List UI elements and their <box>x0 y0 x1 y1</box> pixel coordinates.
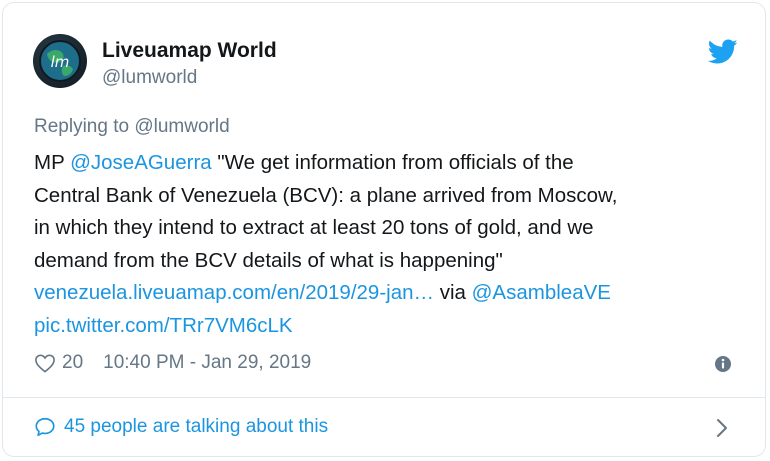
tweet-line-2: Central Bank of Venezuela (BCV): a plane… <box>34 183 618 207</box>
tweet-line-1-rest: "We get information from officials of th… <box>211 151 574 174</box>
tweet-line-1: MP @JoseAGuerra "We get information from… <box>34 147 744 180</box>
divider <box>3 397 765 398</box>
info-icon[interactable] <box>714 355 732 373</box>
tweet-line-4: demand from the BCV details of what is h… <box>34 248 503 272</box>
mention-link[interactable]: @JoseAGuerra <box>70 151 212 174</box>
replying-to: Replying to @lumworld <box>34 116 230 138</box>
like-count[interactable]: 20 <box>62 352 83 374</box>
replying-to-handle[interactable]: @lumworld <box>134 116 229 137</box>
conversation-text[interactable]: 45 people are talking about this <box>64 416 328 438</box>
replying-to-prefix: Replying to <box>34 116 135 137</box>
globe-logo-icon: lm <box>39 40 81 82</box>
chevron-right-icon[interactable] <box>715 417 729 439</box>
author-name[interactable]: Liveuamap World <box>102 39 277 63</box>
tweet-line-6: pic.twitter.com/TRr7VM6cLK <box>34 310 744 343</box>
conversation-link[interactable]: 45 people are talking about this <box>34 416 328 438</box>
tweet-line-1-prefix: MP <box>34 151 71 174</box>
tweet-text: MP @JoseAGuerra "We get information from… <box>34 147 744 342</box>
author-handle[interactable]: @lumworld <box>102 67 197 89</box>
tweet-timestamp[interactable]: 10:40 PM - Jan 29, 2019 <box>103 352 311 374</box>
speech-bubble-icon <box>35 417 55 437</box>
article-link[interactable]: venezuela.liveuamap.com/en/2019/29-jan… <box>34 281 434 304</box>
tweet-line-3: in which they intend to extract at least… <box>34 216 594 239</box>
svg-text:lm: lm <box>51 53 70 71</box>
avatar[interactable]: lm <box>33 34 87 88</box>
via-mention-link[interactable]: @AsambleaVE <box>472 281 611 304</box>
tweet-line-5: venezuela.liveuamap.com/en/2019/29-jan… … <box>34 277 744 310</box>
twitter-bird-icon[interactable] <box>708 39 738 65</box>
via-label: via <box>434 281 472 304</box>
tweet-meta: 20 10:40 PM - Jan 29, 2019 <box>34 352 311 374</box>
heart-icon[interactable] <box>34 353 56 373</box>
tweet-card: lm Liveuamap World @lumworld Replying to… <box>2 2 766 457</box>
pic-link[interactable]: pic.twitter.com/TRr7VM6cLK <box>34 314 293 337</box>
